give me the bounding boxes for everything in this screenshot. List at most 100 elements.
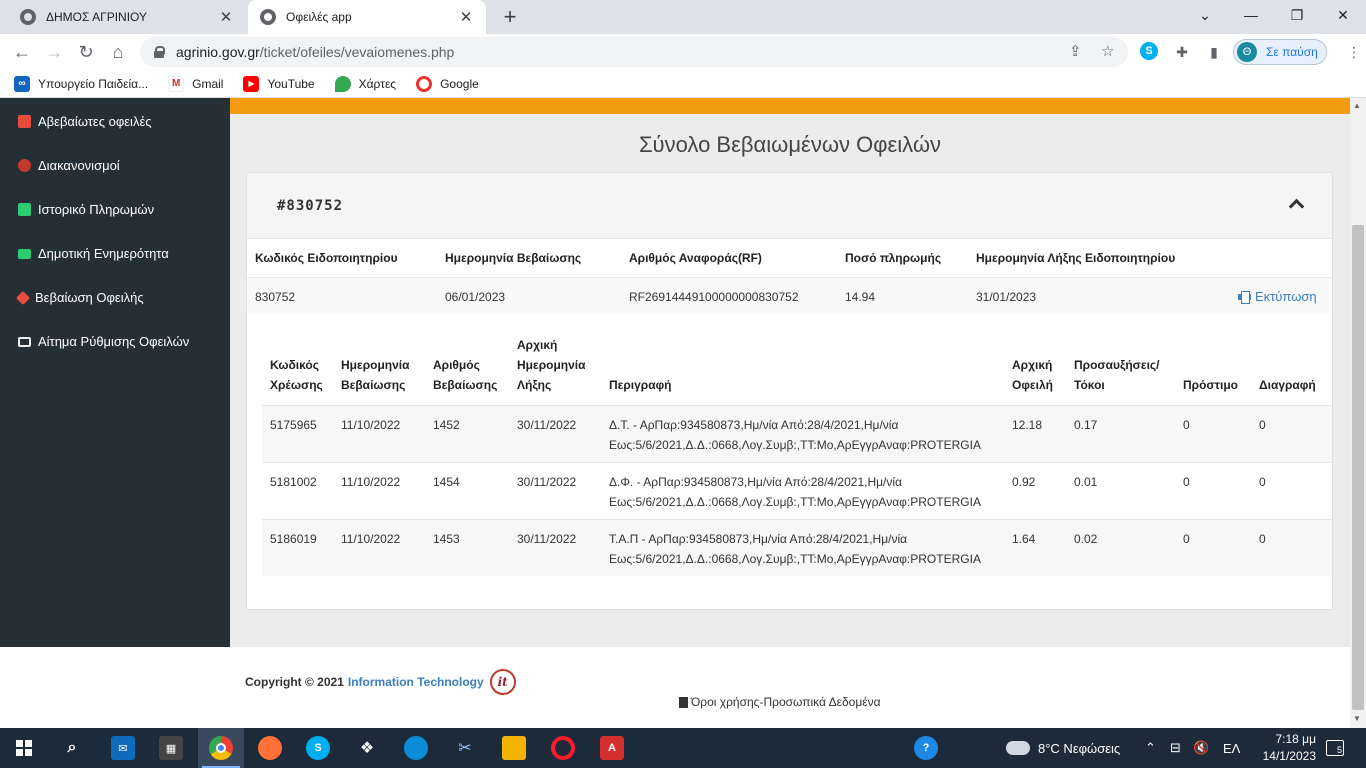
summary-header: Ποσό πληρωμής bbox=[845, 251, 942, 265]
close-window-button[interactable]: ✕ bbox=[1320, 0, 1366, 30]
certification-date: 06/01/2023 bbox=[445, 290, 506, 304]
language-indicator[interactable]: ΕΛ bbox=[1223, 728, 1240, 768]
browser-tab-dimos[interactable]: ΔΗΜΟΣ ΑΓΡΙΝΙΟΥ ✕ bbox=[8, 0, 246, 34]
lock-icon[interactable] bbox=[154, 46, 165, 58]
copyright-text: Copyright © 2021 bbox=[245, 675, 344, 689]
store-icon[interactable]: ▦ bbox=[159, 736, 183, 760]
minimize-button[interactable]: — bbox=[1228, 0, 1274, 30]
browser-tab-strip: ΔΗΜΟΣ ΑΓΡΙΝΙΟΥ ✕ Οφειλές app ✕ + ⌄ — ❐ ✕ bbox=[0, 0, 1366, 34]
sidebar-item-payment-history[interactable]: Ιστορικό Πληρωμών bbox=[18, 202, 154, 217]
scrollbar-thumb[interactable] bbox=[1352, 225, 1364, 710]
bookmark-label: Gmail bbox=[192, 76, 224, 91]
expiry-date: 30/11/2022 bbox=[517, 532, 577, 546]
network-icon[interactable]: ⊟ bbox=[1170, 728, 1181, 768]
mail-icon[interactable]: ✉ bbox=[111, 736, 135, 760]
money-icon bbox=[18, 336, 31, 347]
rf-reference: RF26914449100000000830752 bbox=[629, 290, 799, 304]
bookmarks-bar: ∞ Υπουργείο Παιδεία... M Gmail ▶ YouTube… bbox=[0, 70, 1366, 98]
notifications-button[interactable]: 5 bbox=[1326, 728, 1344, 768]
snipping-icon[interactable]: ✂ bbox=[453, 736, 477, 760]
sidebar-item-municipal-clearance[interactable]: Δημοτική Ενημερότητα bbox=[18, 246, 169, 261]
bookmark-ypourgeio[interactable]: ∞ Υπουργείο Παιδεία... bbox=[14, 75, 149, 92]
sidebar-item-debt-arrangement-request[interactable]: Αίτημα Ρύθμισης Οφειλών bbox=[18, 334, 189, 349]
scroll-up-arrow-icon[interactable]: ▲ bbox=[1353, 101, 1361, 110]
initial-debt: 0.92 bbox=[1012, 475, 1036, 489]
table-icon bbox=[18, 203, 31, 216]
bookmark-youtube[interactable]: ▶ YouTube bbox=[243, 75, 315, 92]
tab-search-icon[interactable]: ⌄ bbox=[1182, 0, 1228, 30]
skype-icon[interactable]: S bbox=[306, 736, 330, 760]
search-icon[interactable]: ⌕ bbox=[60, 736, 84, 760]
skype-extension-icon[interactable]: S bbox=[1140, 42, 1158, 60]
chrome-icon[interactable] bbox=[209, 736, 233, 760]
home-icon[interactable]: ⌂ bbox=[106, 40, 130, 64]
deletion: 0 bbox=[1259, 532, 1266, 546]
chevron-up-icon[interactable]: ⌃ bbox=[1145, 728, 1156, 768]
sidebar-item-settlements[interactable]: Διακανονισμοί bbox=[18, 158, 120, 173]
expiry-date: 30/11/2022 bbox=[517, 475, 577, 489]
clock-date: 14/1/2023 bbox=[1262, 749, 1316, 763]
detail-header: Περιγραφή bbox=[609, 378, 672, 392]
file-explorer-icon[interactable] bbox=[502, 736, 526, 760]
browser-toolbar: ← → ↻ ⌂ agrinio.gov.gr/ticket/ofeiles/ve… bbox=[0, 34, 1366, 70]
bookmark-maps[interactable]: Χάρτες bbox=[334, 75, 396, 92]
help-icon[interactable]: ? bbox=[914, 736, 938, 760]
star-icon[interactable]: ☆ bbox=[1101, 42, 1114, 60]
deletion: 0 bbox=[1259, 418, 1266, 432]
reload-icon[interactable]: ↻ bbox=[74, 40, 98, 64]
notice-expiry-date: 31/01/2023 bbox=[976, 290, 1037, 304]
menu-kebab-icon[interactable]: ⋮ bbox=[1344, 42, 1364, 62]
windows-start-icon[interactable] bbox=[12, 736, 36, 760]
sidebar: Αβεβαίωτες οφειλές Διακανονισμοί Ιστορικ… bbox=[0, 98, 230, 647]
acrobat-icon[interactable]: A bbox=[600, 736, 624, 760]
description: Δ.Τ. - ΑρΠαρ:934580873,Ημ/νία Από:28/4/2… bbox=[609, 418, 981, 452]
notice-id: #830752 bbox=[277, 198, 344, 214]
address-bar[interactable]: agrinio.gov.gr/ticket/ofeiles/vevaiomene… bbox=[140, 37, 1128, 67]
clock-time: 7:18 μμ bbox=[1275, 732, 1316, 746]
profile-button[interactable]: Θ Σε παύση bbox=[1233, 39, 1327, 65]
org-link[interactable]: Information Technology bbox=[348, 675, 484, 689]
maps-pin-icon bbox=[334, 75, 351, 92]
detail-header: Αριθμός Βεβαίωσης bbox=[433, 358, 498, 392]
document-icon bbox=[679, 696, 688, 708]
edge-icon[interactable] bbox=[404, 736, 428, 760]
close-tab-icon[interactable]: ✕ bbox=[218, 8, 234, 26]
certification-number: 1452 bbox=[433, 418, 460, 432]
weather-widget[interactable]: 8°C Νεφώσεις bbox=[1006, 728, 1120, 768]
dropbox-icon[interactable]: ❖ bbox=[355, 736, 379, 760]
volume-muted-icon[interactable]: 🔇 bbox=[1193, 728, 1209, 768]
firefox-icon[interactable] bbox=[258, 736, 282, 760]
certification-date: 11/10/2022 bbox=[341, 532, 401, 546]
certification-number: 1453 bbox=[433, 532, 460, 546]
maximize-button[interactable]: ❐ bbox=[1274, 0, 1320, 30]
globe-icon bbox=[20, 9, 36, 25]
share-icon[interactable]: ⇪ bbox=[1069, 42, 1082, 60]
puzzle-icon[interactable]: ✚ bbox=[1172, 42, 1192, 62]
initial-debt: 1.64 bbox=[1012, 532, 1036, 546]
bookmark-label: Υπουργείο Παιδεία... bbox=[38, 76, 149, 91]
print-link[interactable]: Εκτύπωση bbox=[1238, 289, 1317, 304]
bookmark-gmail[interactable]: M Gmail bbox=[168, 75, 224, 92]
bookmark-label: YouTube bbox=[267, 76, 315, 91]
sidebar-item-unconfirmed-debts[interactable]: Αβεβαίωτες οφειλές bbox=[18, 114, 152, 129]
page-footer: Copyright © 2021 Information Technology … bbox=[0, 647, 1350, 728]
scroll-down-arrow-icon[interactable]: ▼ bbox=[1353, 714, 1361, 723]
detail-header: Αρχική Ημερομηνία Λήξης bbox=[517, 338, 586, 392]
back-arrow-icon[interactable]: ← bbox=[10, 40, 34, 64]
forward-arrow-icon[interactable]: → bbox=[42, 40, 66, 64]
detail-header: Διαγραφή bbox=[1259, 378, 1316, 392]
terms-link[interactable]: Όροι χρήσης-Προσωπικά Δεδομένα bbox=[679, 695, 881, 709]
close-tab-icon[interactable]: ✕ bbox=[458, 8, 474, 26]
chevron-up-icon[interactable] bbox=[1287, 195, 1305, 213]
sidepanel-icon[interactable]: ▮ bbox=[1204, 42, 1224, 62]
sidebar-item-debt-certificate[interactable]: Βεβαίωση Οφειλής bbox=[15, 290, 144, 305]
opera-icon[interactable] bbox=[551, 736, 575, 760]
page-scrollbar[interactable]: ▲ ▼ bbox=[1350, 98, 1366, 728]
new-tab-button[interactable]: + bbox=[498, 5, 522, 29]
card-header[interactable]: #830752 bbox=[247, 173, 1332, 239]
certification-date: 11/10/2022 bbox=[341, 418, 401, 432]
tab-title: ΔΗΜΟΣ ΑΓΡΙΝΙΟΥ bbox=[46, 10, 148, 24]
browser-tab-ofeiles[interactable]: Οφειλές app ✕ bbox=[248, 0, 486, 34]
taskbar-clock[interactable]: 7:18 μμ 14/1/2023 bbox=[1246, 731, 1316, 765]
bookmark-google[interactable]: Google bbox=[416, 75, 479, 92]
